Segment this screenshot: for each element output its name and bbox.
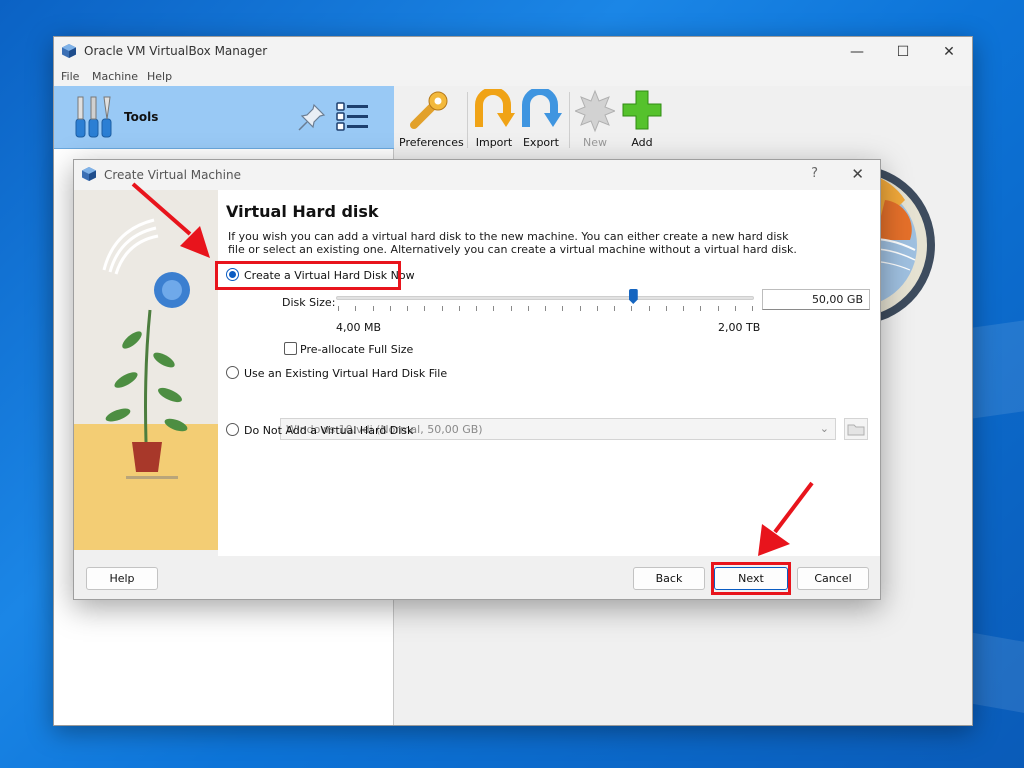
virtualbox-icon: [82, 167, 96, 181]
no-disk-radio[interactable]: [226, 423, 239, 436]
slider-tick: [683, 306, 684, 311]
create-vm-dialog: Create Virtual Machine ? ✕ Virtual Hard …: [73, 159, 881, 600]
virtualbox-icon: [62, 44, 76, 58]
maximize-button[interactable]: ☐: [880, 37, 926, 67]
disk-size-slider-handle[interactable]: [628, 289, 638, 304]
menu-machine[interactable]: Machine: [92, 70, 138, 83]
page-description: If you wish you can add a virtual hard d…: [228, 230, 797, 256]
slider-tick: [614, 306, 615, 311]
slider-tick: [476, 306, 477, 311]
title-bar: Oracle VM VirtualBox Manager — ☐ ✕: [54, 37, 972, 67]
folder-icon: [847, 424, 865, 436]
menu-bar: File Machine Help: [54, 67, 972, 86]
chevron-down-icon: ⌄: [819, 422, 829, 435]
new-button[interactable]: New: [575, 89, 615, 149]
menu-file[interactable]: File: [61, 70, 79, 83]
tools-label: Tools: [124, 110, 159, 124]
slider-tick: [734, 306, 736, 311]
preallocate-label: Pre-allocate Full Size: [300, 343, 414, 356]
preallocate-checkbox[interactable]: [284, 342, 297, 355]
disk-size-slider[interactable]: [336, 296, 754, 300]
pin-icon[interactable]: [296, 101, 328, 133]
slider-tick: [700, 306, 702, 311]
toolbar: Preferences Import Export New Add: [395, 86, 972, 152]
wizard-illustration: [74, 190, 218, 550]
sidebar-item-tools[interactable]: Tools: [54, 86, 394, 149]
wizard-page: Virtual Hard disk If you wish you can ad…: [215, 190, 880, 556]
slider-tick: [424, 306, 426, 311]
slider-tick: [510, 306, 512, 311]
dialog-help-icon[interactable]: ?: [811, 166, 818, 181]
back-button[interactable]: Back: [633, 567, 705, 590]
slider-tick: [717, 306, 719, 311]
dialog-title: Create Virtual Machine: [104, 168, 241, 182]
help-button[interactable]: Help: [86, 567, 158, 590]
highlight-create-disk-option: [215, 261, 401, 290]
slider-tick: [372, 306, 374, 311]
slider-tick: [545, 306, 546, 311]
use-existing-disk-label: Use an Existing Virtual Hard Disk File: [244, 367, 448, 380]
slider-tick: [389, 306, 391, 311]
disk-size-max-label: 2,00 TB: [718, 321, 761, 334]
add-icon: [622, 90, 662, 130]
disk-size-label: Disk Size:: [282, 296, 336, 309]
slider-tick: [752, 306, 753, 311]
slider-tick: [562, 306, 564, 311]
choose-disk-file-button[interactable]: [844, 418, 868, 440]
machine-list-menu-icon[interactable]: [336, 100, 370, 134]
slider-tick: [648, 306, 650, 311]
add-label: Add: [631, 136, 653, 149]
minimize-button[interactable]: —: [834, 37, 880, 67]
import-icon: [475, 89, 515, 127]
new-icon: [575, 89, 615, 133]
slider-tick: [665, 306, 667, 311]
slider-tick: [338, 306, 339, 311]
disk-size-input[interactable]: 50,00 GB: [762, 289, 870, 310]
import-label: Import: [475, 136, 513, 149]
no-disk-label: Do Not Add a Virtual Hard Disk: [244, 424, 414, 437]
add-button[interactable]: Add: [621, 89, 663, 149]
toolbar-separator: [467, 92, 468, 148]
slider-tick: [355, 306, 357, 311]
preferences-label: Preferences: [399, 136, 464, 149]
slider-tick: [579, 306, 581, 311]
slider-tick: [596, 306, 598, 311]
export-icon: [522, 89, 562, 127]
slider-tick: [493, 306, 495, 311]
toolbar-separator: [569, 92, 570, 148]
dialog-close-button[interactable]: ✕: [851, 165, 864, 183]
slider-tick: [407, 306, 408, 311]
slider-tick: [458, 306, 460, 311]
preferences-button[interactable]: Preferences: [399, 89, 464, 149]
cancel-button[interactable]: Cancel: [797, 567, 869, 590]
highlight-next-button: [711, 562, 791, 595]
new-label: New: [583, 136, 607, 149]
preferences-icon: [410, 91, 448, 129]
menu-help[interactable]: Help: [147, 70, 172, 83]
use-existing-disk-radio[interactable]: [226, 366, 239, 379]
close-button[interactable]: ✕: [926, 37, 972, 67]
disk-size-min-label: 4,00 MB: [336, 321, 382, 334]
slider-tick: [527, 306, 529, 311]
dialog-title-bar: Create Virtual Machine ? ✕: [74, 160, 880, 190]
tools-icon: [75, 96, 112, 138]
slider-tick: [631, 306, 633, 311]
page-title: Virtual Hard disk: [226, 202, 379, 221]
export-label: Export: [522, 136, 559, 149]
slider-tick: [441, 306, 443, 311]
import-button[interactable]: Import: [473, 89, 515, 149]
export-button[interactable]: Export: [519, 89, 563, 149]
window-title: Oracle VM VirtualBox Manager: [84, 44, 268, 58]
